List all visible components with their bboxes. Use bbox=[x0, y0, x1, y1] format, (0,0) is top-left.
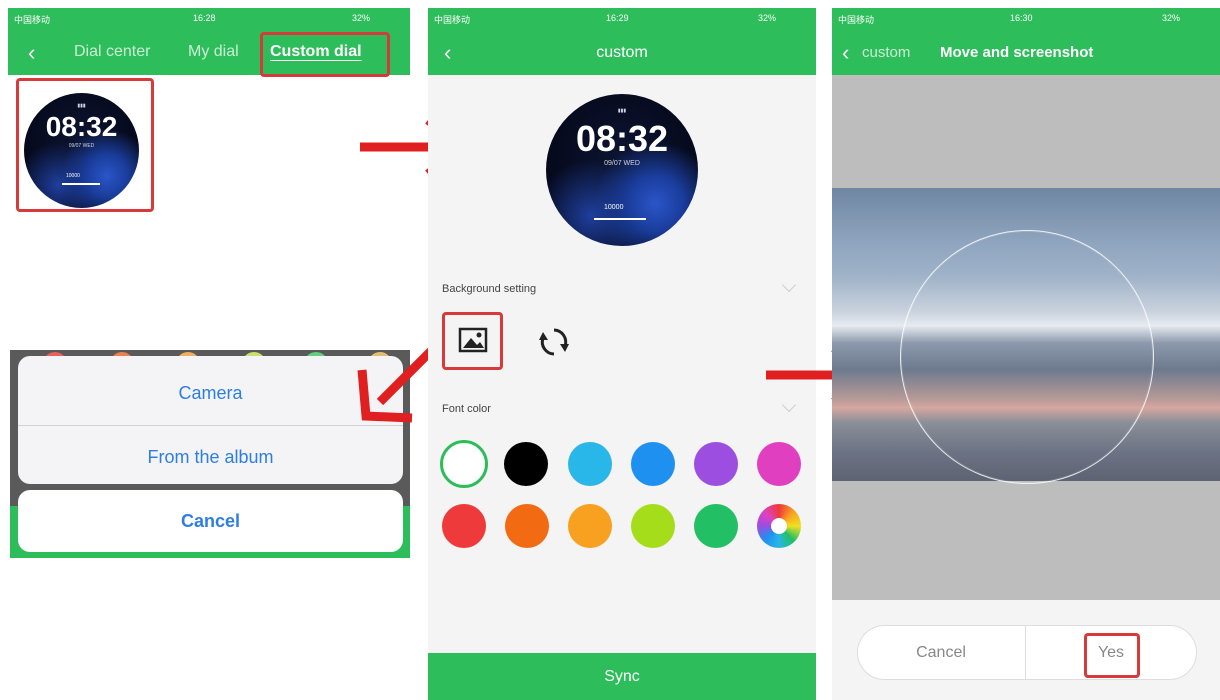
carrier-text: 中国移动 bbox=[434, 15, 471, 25]
battery-text: 32% bbox=[1162, 13, 1181, 23]
watch-steps: 10000 bbox=[604, 204, 624, 211]
font-color-red[interactable] bbox=[442, 504, 486, 548]
font-color-orange[interactable] bbox=[505, 504, 549, 548]
watch-top-indicator: ▮▮▮ bbox=[617, 108, 627, 114]
font-color-lime[interactable] bbox=[631, 504, 675, 548]
tab-dial-center[interactable]: Dial center bbox=[74, 43, 150, 61]
dial-screen: 中国移动 16:28 32% ‹ Dial center My dial Cus… bbox=[8, 8, 410, 212]
font-color-label: Font color bbox=[442, 403, 491, 415]
font-color-amber[interactable] bbox=[568, 504, 612, 548]
back-link[interactable]: custom bbox=[862, 44, 910, 61]
status-time: 16:29 bbox=[606, 13, 629, 23]
font-color-picker-icon[interactable] bbox=[757, 504, 801, 548]
custom-header: 中国移动 16:29 32% ‹ custom bbox=[428, 8, 816, 75]
font-color-purple[interactable] bbox=[694, 442, 738, 486]
carrier-text: 中国移动 bbox=[838, 15, 875, 25]
sync-button[interactable]: Sync bbox=[428, 653, 816, 700]
battery-text: 32% bbox=[758, 13, 777, 23]
photo-source-sheet: Camera From the album Cancel bbox=[10, 350, 410, 558]
font-color-magenta[interactable] bbox=[757, 442, 801, 486]
status-bar: 中国移动 16:28 32% bbox=[8, 8, 410, 28]
camera-option[interactable]: Camera bbox=[18, 362, 403, 424]
font-color-sky-blue[interactable] bbox=[568, 442, 612, 486]
status-bar: 中国移动 16:29 32% bbox=[428, 8, 816, 28]
sheet-cancel-button[interactable]: Cancel bbox=[18, 490, 403, 552]
crop-header: 中国移动 16:30 32% ‹ custom Move and screens… bbox=[832, 8, 1220, 75]
sheet-option-group: Camera From the album bbox=[18, 356, 403, 484]
custom-screen: 中国移动 16:29 32% ‹ custom ▮▮▮ 08:32 09/07 … bbox=[428, 8, 816, 700]
yes-button-highlight bbox=[1084, 633, 1140, 678]
page-title: custom bbox=[596, 44, 648, 61]
album-option[interactable]: From the album bbox=[18, 425, 403, 484]
font-color-blue[interactable] bbox=[631, 442, 675, 486]
custom-dial-highlight bbox=[260, 32, 390, 77]
dial-preview: ▮▮▮ 08:32 09/07 WED 10000 bbox=[546, 94, 698, 246]
watch-date: 09/07 WED bbox=[604, 160, 640, 167]
status-bar: 中国移动 16:30 32% bbox=[832, 8, 1220, 28]
carrier-text: 中国移动 bbox=[14, 15, 51, 25]
page-title: Move and screenshot bbox=[940, 44, 1094, 61]
back-chevron-icon[interactable]: ‹ bbox=[842, 42, 849, 64]
refresh-icon[interactable] bbox=[538, 326, 570, 358]
tab-my-dial[interactable]: My dial bbox=[188, 43, 239, 61]
font-color-green[interactable] bbox=[694, 504, 738, 548]
crop-cancel-button[interactable]: Cancel bbox=[857, 625, 1025, 680]
thumbnail-highlight bbox=[16, 78, 154, 212]
watch-time: 08:32 bbox=[575, 118, 669, 159]
status-time: 16:30 bbox=[1010, 13, 1033, 23]
background-setting-label: Background setting bbox=[442, 283, 537, 295]
image-button-highlight bbox=[442, 312, 503, 370]
crop-circle[interactable] bbox=[900, 230, 1154, 484]
watch-step-bar bbox=[594, 218, 646, 220]
crop-screen: 中国移动 16:30 32% ‹ custom Move and screens… bbox=[832, 8, 1220, 700]
font-color-white-selected[interactable] bbox=[440, 440, 488, 488]
status-time: 16:28 bbox=[193, 13, 216, 23]
battery-text: 32% bbox=[352, 13, 371, 23]
back-chevron-icon[interactable]: ‹ bbox=[28, 42, 35, 64]
chevron-down-icon[interactable] bbox=[781, 277, 797, 293]
font-color-black[interactable] bbox=[504, 442, 548, 486]
